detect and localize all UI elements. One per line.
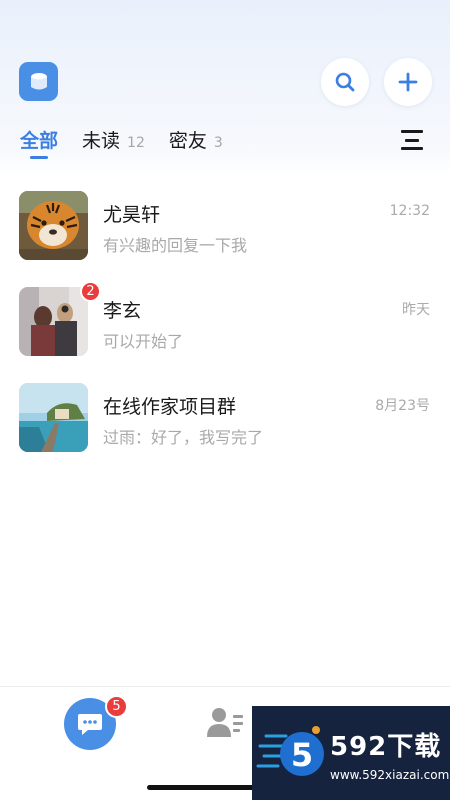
avatar xyxy=(19,287,88,356)
avatar xyxy=(19,191,88,260)
svg-text:5: 5 xyxy=(291,736,313,774)
chat-time: 12:32 xyxy=(389,203,430,219)
tab-count: 12 xyxy=(127,135,145,151)
tab-label: 未读 xyxy=(82,130,121,152)
chat-last-message: 有兴趣的回复一下我 xyxy=(103,236,248,255)
chat-filter-tabs: 全部 未读 12 密友 3 xyxy=(20,126,247,159)
tab-all[interactable]: 全部 xyxy=(20,126,59,159)
chat-last-message: 可以开始了 xyxy=(103,332,184,351)
messages-badge: 5 xyxy=(105,695,128,718)
app-logo[interactable] xyxy=(19,62,58,101)
chat-list: 尤昊轩 有兴趣的回复一下我 12:32 2 李玄 可以开始了 昨天 在线作家项目… xyxy=(0,188,450,476)
tab-close-friends[interactable]: 密友 3 xyxy=(169,126,223,153)
chat-time: 8月23号 xyxy=(375,398,430,414)
tab-count: 3 xyxy=(213,135,223,151)
chat-name: 尤昊轩 xyxy=(103,204,161,226)
avatar xyxy=(19,383,88,452)
site-watermark: 5 592下载 www.592xiazai.com xyxy=(252,706,450,800)
chat-name: 在线作家项目群 xyxy=(103,396,237,418)
watermark-url: www.592xiazai.com xyxy=(330,768,450,782)
chat-bubble-icon xyxy=(78,714,102,735)
seaside-photo xyxy=(19,383,88,452)
chat-time: 昨天 xyxy=(402,302,430,318)
tiger-photo xyxy=(19,191,88,260)
chat-item[interactable]: 2 李玄 可以开始了 昨天 xyxy=(0,281,450,380)
plus-icon xyxy=(398,72,418,92)
menu-icon[interactable] xyxy=(401,130,423,150)
chat-item[interactable]: 在线作家项目群 过雨：好了，我写完了 8月23号 xyxy=(0,380,450,476)
watermark-text: 592下载 xyxy=(330,732,442,762)
unread-badge: 2 xyxy=(80,281,101,302)
active-tab-indicator xyxy=(30,156,48,159)
chat-last-message: 过雨：好了，我写完了 xyxy=(103,428,264,447)
watermark-logo-icon: 5 xyxy=(256,726,324,776)
tab-label: 全部 xyxy=(20,130,59,152)
chat-name: 李玄 xyxy=(103,300,142,322)
contacts-icon xyxy=(207,708,243,737)
tab-unread[interactable]: 未读 12 xyxy=(82,126,145,153)
app-box-icon xyxy=(30,72,47,89)
chat-item[interactable]: 尤昊轩 有兴趣的回复一下我 12:32 xyxy=(0,188,450,284)
search-icon xyxy=(335,72,355,92)
search-button[interactable] xyxy=(321,58,369,106)
add-button[interactable] xyxy=(384,58,432,106)
women-photo xyxy=(19,287,88,356)
nav-contacts-button[interactable] xyxy=(206,705,246,741)
tab-label: 密友 xyxy=(168,130,207,152)
chat-screen: 全部 未读 12 密友 3 尤昊轩 有兴趣的回复一下我 12:32 2 李玄 可… xyxy=(0,0,450,800)
